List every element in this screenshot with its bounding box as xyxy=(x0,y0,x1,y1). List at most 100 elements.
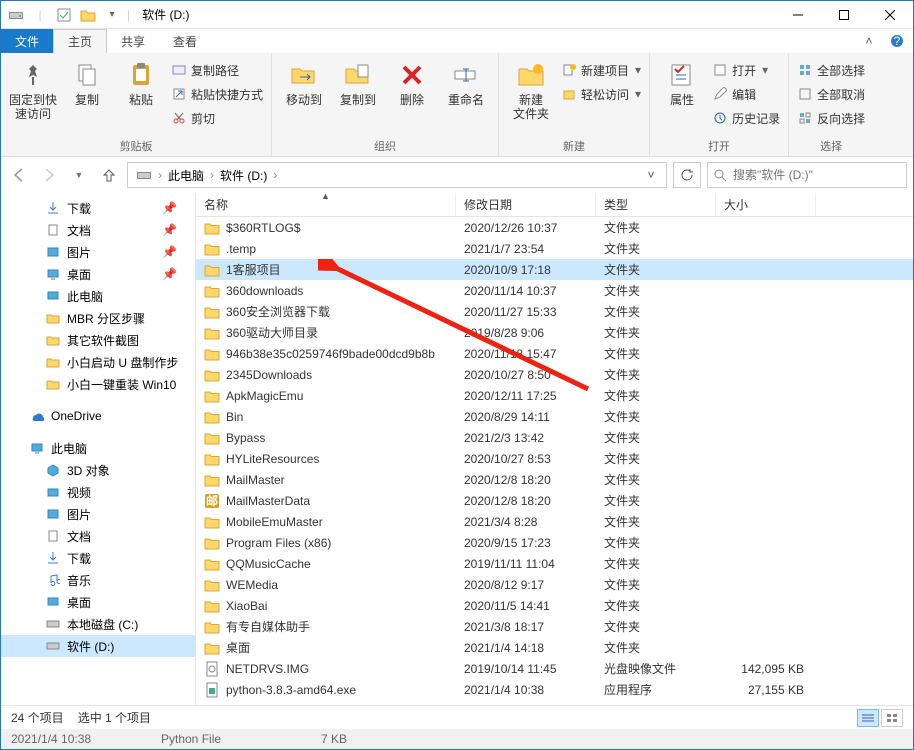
open-button[interactable]: 打开▾ xyxy=(712,59,780,81)
nav-pictures[interactable]: 图片📌 xyxy=(1,241,195,263)
nav-documents2[interactable]: 文档 xyxy=(1,525,195,547)
cut-button[interactable]: 剪切 xyxy=(171,107,263,129)
ribbon-tabs: 文件 主页 共享 查看 ˄ ? xyxy=(1,29,913,53)
file-row[interactable]: 360安全浏览器下载2020/11/27 15:33文件夹 xyxy=(196,301,913,322)
maximize-button[interactable] xyxy=(821,1,867,29)
file-row[interactable]: 有专自媒体助手2021/3/8 18:17文件夹 xyxy=(196,616,913,637)
file-row[interactable]: QQMusicCache2019/11/11 11:04文件夹 xyxy=(196,553,913,574)
tab-file[interactable]: 文件 xyxy=(1,29,53,53)
qat-checkbox[interactable] xyxy=(53,4,75,26)
details-view-button[interactable] xyxy=(857,709,879,727)
nav-downloads[interactable]: 下载📌 xyxy=(1,197,195,219)
forward-button[interactable] xyxy=(37,163,61,187)
file-row[interactable]: 360驱动大师目录2019/8/28 9:06文件夹 xyxy=(196,322,913,343)
chevron-right-icon[interactable]: › xyxy=(158,168,162,182)
nav-video[interactable]: 视频 xyxy=(1,481,195,503)
file-row[interactable]: MailMaster2020/12/8 18:20文件夹 xyxy=(196,469,913,490)
paste-button[interactable]: 粘贴 xyxy=(117,57,165,107)
copy-to-button[interactable]: 复制到 xyxy=(334,57,382,107)
select-none-button[interactable]: 全部取消 xyxy=(797,83,865,105)
file-row[interactable]: 1客服项目2020/10/9 17:18文件夹 xyxy=(196,259,913,280)
large-icons-view-button[interactable] xyxy=(881,709,903,727)
file-row[interactable]: ApkMagicEmu2020/12/11 17:25文件夹 xyxy=(196,385,913,406)
nav-downloads2[interactable]: 下载 xyxy=(1,547,195,569)
help-button[interactable]: ? xyxy=(887,31,907,51)
move-to-button[interactable]: 移动到 xyxy=(280,57,328,107)
nav-cdrive[interactable]: 本地磁盘 (C:) xyxy=(1,613,195,635)
tab-share[interactable]: 共享 xyxy=(107,29,159,53)
recent-dropdown[interactable]: ▼ xyxy=(67,163,91,187)
file-row[interactable]: MobileEmuMaster2021/3/4 8:28文件夹 xyxy=(196,511,913,532)
folder-icon xyxy=(204,346,220,362)
file-row[interactable]: 946b38e35c0259746f9bade00dcd9b8b2020/11/… xyxy=(196,343,913,364)
file-row[interactable]: NETDRVS.IMG2019/10/14 11:45光盘映像文件142,095… xyxy=(196,658,913,679)
breadcrumb-this-pc[interactable]: 此电脑 xyxy=(164,167,208,184)
file-row[interactable]: XiaoBai2020/11/5 14:41文件夹 xyxy=(196,595,913,616)
nav-desktop2[interactable]: 桌面 xyxy=(1,591,195,613)
nav-this-pc-quick[interactable]: 此电脑 xyxy=(1,285,195,307)
search-input[interactable] xyxy=(733,168,900,182)
close-button[interactable] xyxy=(867,1,913,29)
new-item-button[interactable]: 新建项目▾ xyxy=(561,59,641,81)
copy-path-button[interactable]: 复制路径 xyxy=(171,59,263,81)
nav-this-pc[interactable]: 此电脑 xyxy=(1,437,195,459)
nav-3d[interactable]: 3D 对象 xyxy=(1,459,195,481)
nav-mbr[interactable]: MBR 分区步骤 xyxy=(1,307,195,329)
search-box[interactable] xyxy=(707,162,907,188)
folder-icon xyxy=(45,354,61,370)
chevron-right-icon[interactable]: › xyxy=(273,168,277,182)
new-folder-button[interactable]: 新建 文件夹 xyxy=(507,57,555,122)
file-row[interactable]: 桌面2021/1/4 14:18文件夹 xyxy=(196,637,913,658)
address-dropdown[interactable]: ˅ xyxy=(640,168,662,182)
select-all-button[interactable]: 全部选择 xyxy=(797,59,865,81)
breadcrumb-drive-icon[interactable] xyxy=(132,169,156,181)
file-row[interactable]: WEMedia2020/8/12 9:17文件夹 xyxy=(196,574,913,595)
breadcrumb[interactable]: › 此电脑 › 软件 (D:) › ˅ xyxy=(127,162,667,188)
folder-icon xyxy=(45,376,61,392)
file-row[interactable]: Bypass2021/2/3 13:42文件夹 xyxy=(196,427,913,448)
column-size[interactable]: 大小 xyxy=(716,193,816,216)
copy-button[interactable]: 复制 xyxy=(63,57,111,107)
up-button[interactable] xyxy=(97,163,121,187)
paste-shortcut-button[interactable]: 粘贴快捷方式 xyxy=(171,83,263,105)
chevron-right-icon[interactable]: › xyxy=(210,168,214,182)
minimize-button[interactable] xyxy=(775,1,821,29)
breadcrumb-drive[interactable]: 软件 (D:) xyxy=(216,167,271,184)
easy-access-button[interactable]: 轻松访问▾ xyxy=(561,83,641,105)
nav-onedrive[interactable]: OneDrive xyxy=(1,405,195,427)
pin-to-quick-access-button[interactable]: 固定到快 速访问 xyxy=(9,57,57,122)
delete-button[interactable]: 删除 xyxy=(388,57,436,107)
file-row[interactable]: 360downloads2020/11/14 10:37文件夹 xyxy=(196,280,913,301)
rename-button[interactable]: 重命名 xyxy=(442,57,490,107)
refresh-button[interactable] xyxy=(673,162,701,188)
file-row[interactable]: 邮MailMasterData2020/12/8 18:20文件夹 xyxy=(196,490,913,511)
nav-xiaobai-u[interactable]: 小白启动 U 盘制作步 xyxy=(1,351,195,373)
column-name[interactable]: 名称▲ xyxy=(196,193,456,216)
properties-button[interactable]: 属性 xyxy=(658,57,706,107)
back-button[interactable] xyxy=(7,163,31,187)
nav-documents[interactable]: 文档📌 xyxy=(1,219,195,241)
file-row[interactable]: .temp2021/1/7 23:54文件夹 xyxy=(196,238,913,259)
column-date[interactable]: 修改日期 xyxy=(456,193,596,216)
column-type[interactable]: 类型 xyxy=(596,193,716,216)
nav-desktop[interactable]: 桌面📌 xyxy=(1,263,195,285)
file-row[interactable]: 2345Downloads2020/10/27 8:50文件夹 xyxy=(196,364,913,385)
file-row[interactable]: Bin2020/8/29 14:11文件夹 xyxy=(196,406,913,427)
tab-home[interactable]: 主页 xyxy=(53,29,107,53)
nav-xiaobai-win10[interactable]: 小白一键重装 Win10 xyxy=(1,373,195,395)
file-row[interactable]: Program Files (x86)2020/9/15 17:23文件夹 xyxy=(196,532,913,553)
nav-other-sw[interactable]: 其它软件截图 xyxy=(1,329,195,351)
invert-selection-button[interactable]: 反向选择 xyxy=(797,107,865,129)
file-row[interactable]: $360RTLOG$2020/12/26 10:37文件夹 xyxy=(196,217,913,238)
edit-button[interactable]: 编辑 xyxy=(712,83,780,105)
qat-dropdown[interactable]: ▾ xyxy=(101,4,123,26)
collapse-ribbon-button[interactable]: ˄ xyxy=(859,31,879,51)
file-row[interactable]: HYLiteResources2020/10/27 8:53文件夹 xyxy=(196,448,913,469)
history-button[interactable]: 历史记录 xyxy=(712,107,780,129)
nav-pictures2[interactable]: 图片 xyxy=(1,503,195,525)
nav-music[interactable]: 音乐 xyxy=(1,569,195,591)
nav-ddrive[interactable]: 软件 (D:) xyxy=(1,635,195,657)
tab-view[interactable]: 查看 xyxy=(159,29,211,53)
file-list-pane: 名称▲ 修改日期 类型 大小 $360RTLOG$2020/12/26 10:3… xyxy=(196,193,913,705)
file-row[interactable]: python-3.8.3-amd64.exe2021/1/4 10:38应用程序… xyxy=(196,679,913,700)
